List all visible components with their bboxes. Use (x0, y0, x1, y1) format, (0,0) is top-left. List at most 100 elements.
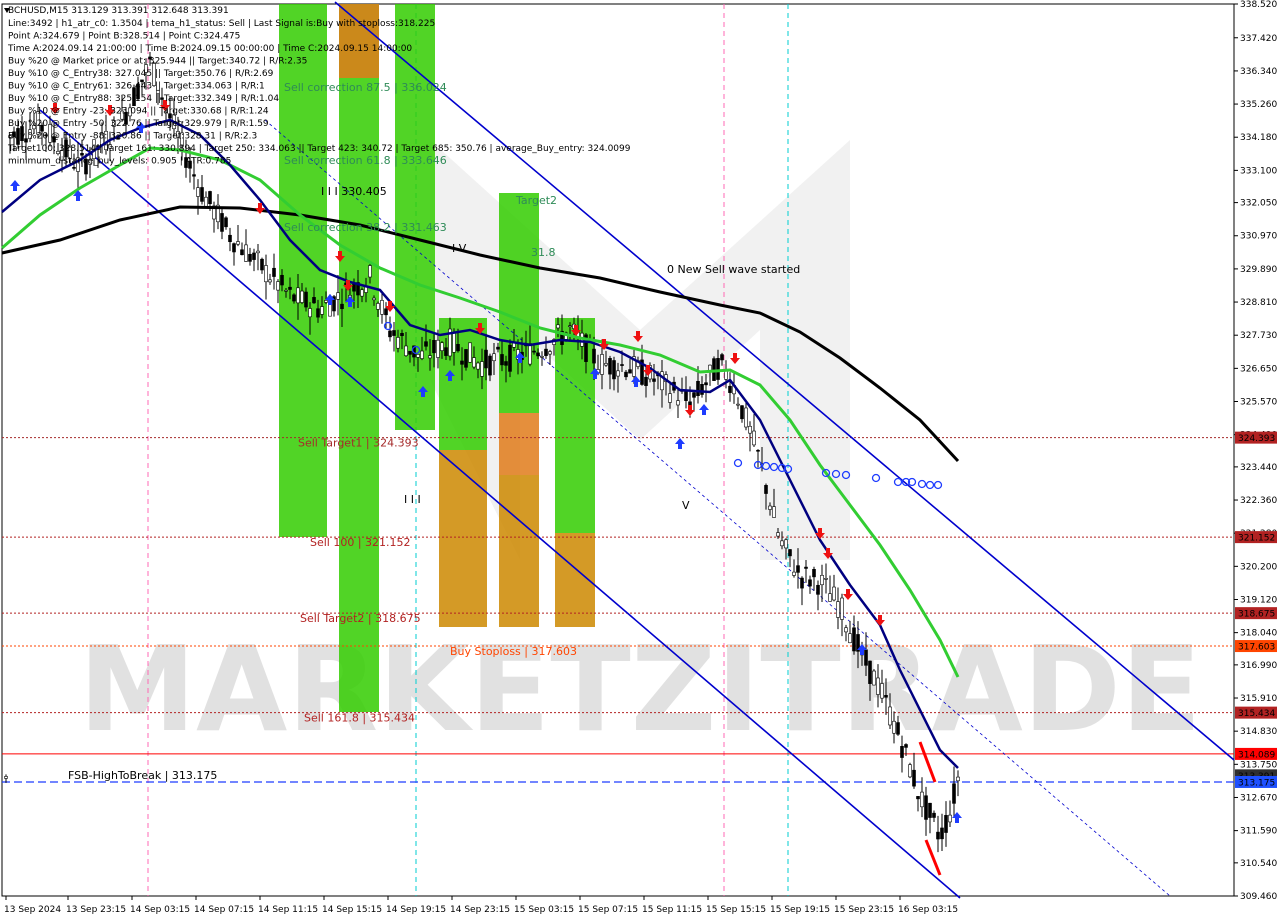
target-zone (499, 193, 539, 413)
price-tag-label: 315.434 (1238, 709, 1275, 719)
price-tag-label: 324.393 (1238, 434, 1275, 444)
y-axis-label: 336.340 (1240, 67, 1277, 77)
y-axis-label: 332.050 (1240, 199, 1277, 209)
candle-body (300, 290, 304, 303)
x-axis-label: 14 Sep 15:15 (322, 905, 382, 915)
candle-body (828, 593, 832, 602)
candle-body (256, 250, 260, 254)
candle-body (780, 540, 784, 547)
candle-body (864, 649, 868, 666)
candle-body (480, 361, 484, 377)
y-axis-label: 334.180 (1240, 133, 1277, 143)
candle-body (924, 795, 928, 820)
candle-body (416, 354, 420, 358)
candle-body (556, 324, 560, 329)
info-line: Target100: 328.514 | Target 161: 330.894… (7, 144, 631, 154)
info-line: Time A:2024.09.14 21:00:00 | Time B:2024… (7, 44, 412, 54)
candle-body (372, 297, 376, 301)
candle-body (948, 814, 952, 823)
x-axis-label: 14 Sep 11:15 (258, 905, 318, 915)
candle-body (604, 363, 608, 366)
level-label: Sell Target1 | 324.393 (298, 437, 419, 450)
candle-body (808, 579, 812, 587)
candle-body (296, 287, 300, 304)
candle-body (232, 243, 236, 253)
candle-body (268, 279, 272, 283)
info-line: Line:3492 | h1_atr_c0: 1.3504 | tema_h1_… (8, 19, 435, 29)
y-axis-label: 325.570 (1240, 398, 1277, 408)
y-axis-label: 328.810 (1240, 298, 1277, 308)
candle-body (616, 370, 620, 377)
candle-body (504, 361, 508, 366)
candle-body (624, 371, 628, 378)
candle-body (464, 349, 468, 368)
y-axis-label: 327.730 (1240, 331, 1277, 341)
candle-body (592, 348, 596, 364)
x-axis-label: 14 Sep 07:15 (194, 905, 254, 915)
candle-body (272, 267, 276, 277)
annotation-text: I V (452, 242, 467, 255)
candle-body (336, 292, 340, 300)
annotation-text: V (682, 499, 690, 512)
candle-body (804, 566, 808, 569)
candle-body (424, 341, 428, 347)
candle-body (276, 281, 280, 291)
y-axis-label: 320.200 (1240, 562, 1277, 572)
candle-body (620, 364, 624, 366)
candle-body (696, 380, 700, 396)
candle-body (440, 342, 444, 351)
candle-body (776, 532, 780, 537)
info-line: Buy %10 @ C_Entry88: 325.154 || Target:3… (8, 94, 279, 104)
x-axis-label: 15 Sep 15:15 (706, 905, 766, 915)
candle-body (792, 571, 796, 576)
candle-body (888, 706, 892, 726)
y-axis-label: 313.750 (1240, 760, 1277, 770)
info-line: minimum_distance_buy_levels: 0.905 | ATR… (8, 157, 231, 167)
candle-body (832, 586, 836, 601)
chart-header: BCHUSD,M15 313.129 313.391 312.648 313.3… (8, 6, 229, 16)
candle-body (4, 776, 8, 779)
candle-body (252, 252, 256, 260)
candle-body (896, 722, 900, 735)
target-zone (439, 450, 487, 627)
candle-body (496, 346, 500, 350)
candle-body (916, 796, 920, 800)
candle-body (396, 337, 400, 349)
x-axis-label: 14 Sep 23:15 (450, 905, 510, 915)
price-tag-label: 317.603 (1238, 643, 1275, 653)
candle-body (796, 565, 800, 573)
candle-body (460, 360, 464, 365)
target-zone (339, 4, 379, 712)
candle-body (240, 249, 244, 256)
candle-body (744, 407, 748, 428)
candle-body (768, 505, 772, 510)
candle-body (872, 670, 876, 686)
info-line: Buy %20 @ Entry -88: 320.86 || Target:32… (8, 132, 257, 142)
candle-body (608, 358, 612, 375)
x-axis-label: 15 Sep 07:15 (578, 905, 638, 915)
target-zone (499, 413, 539, 475)
target-zone (499, 475, 539, 627)
candle-body (952, 783, 956, 804)
annotation-text: 0 New Sell wave started (667, 263, 800, 276)
candle-body (880, 683, 884, 699)
info-line: Buy %20 @ Entry -50: 322.76 || Target:32… (8, 119, 269, 129)
candle-body (940, 827, 944, 840)
chart-window: MARKETZITRADE Sell Target1 | 324.393 Sell … (0, 0, 1280, 920)
candle-body (436, 339, 440, 358)
candle-body (736, 403, 740, 406)
y-axis-label: 316.990 (1240, 661, 1277, 671)
candle-body (376, 303, 380, 310)
candle-body (568, 325, 572, 328)
candle-body (528, 343, 532, 365)
candle-body (312, 297, 316, 304)
candle-body (812, 569, 816, 578)
candle-body (468, 342, 472, 363)
candle-body (704, 382, 708, 386)
candle-body (720, 354, 724, 361)
candle-body (280, 274, 284, 286)
price-chart[interactable]: MARKETZITRADE Sell Target1 | 324.393 Sell … (0, 0, 1280, 920)
candle-body (288, 286, 292, 290)
y-axis-label: 330.970 (1240, 232, 1277, 242)
candle-body (836, 601, 840, 618)
